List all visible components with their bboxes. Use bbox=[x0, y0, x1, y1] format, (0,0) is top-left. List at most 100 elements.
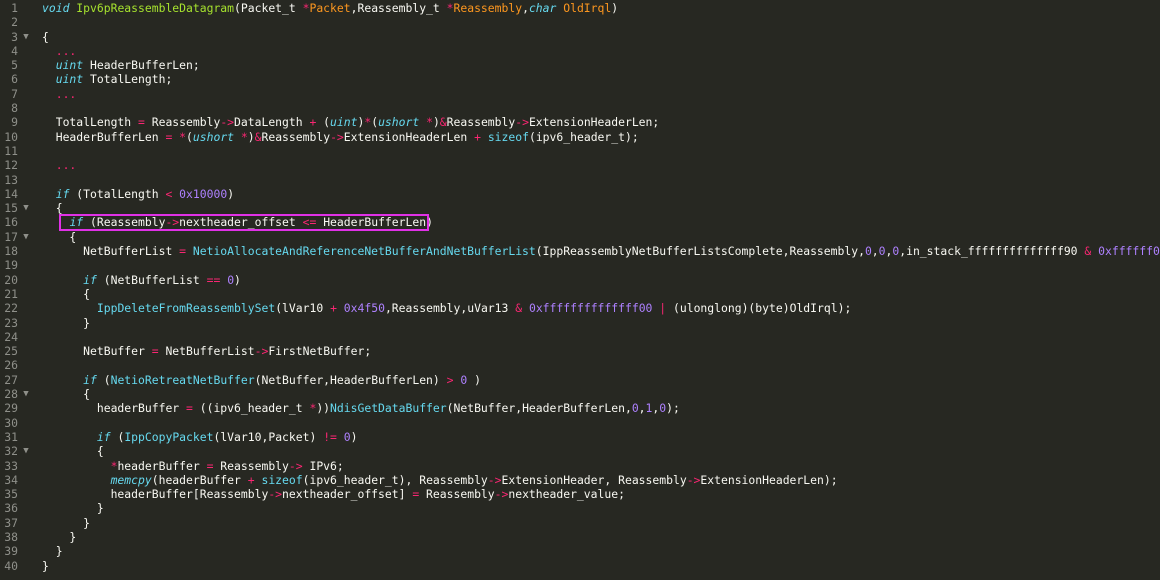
line-number: 27 bbox=[4, 372, 18, 387]
code-token: NetBufferList bbox=[158, 344, 255, 359]
code-token: = bbox=[179, 244, 187, 259]
code-token: (lVar10,Packet) bbox=[213, 429, 324, 444]
code-line[interactable]: 34 memcpy(headerBuffer + sizeof(ipv6_hea… bbox=[0, 473, 1160, 487]
code-token: != bbox=[323, 429, 337, 444]
code-line[interactable]: 19 bbox=[0, 258, 1160, 272]
code-text: ... bbox=[42, 158, 77, 172]
code-line[interactable]: 3 ▼ { bbox=[0, 30, 1160, 44]
code-line[interactable]: 28 ▼ { bbox=[0, 387, 1160, 401]
code-token: FirstNetBuffer; bbox=[268, 344, 372, 359]
triangle-down-icon[interactable]: ▼ bbox=[20, 230, 32, 244]
code-line[interactable]: 32 ▼ { bbox=[0, 444, 1160, 458]
code-line[interactable]: 23 } bbox=[0, 316, 1160, 330]
code-line[interactable]: 36 } bbox=[0, 501, 1160, 515]
code-line[interactable]: 12 ... bbox=[0, 158, 1160, 172]
code-token: ushort bbox=[192, 129, 235, 144]
code-token: (ulonglong)(byte)OldIrql); bbox=[666, 301, 852, 316]
code-line[interactable]: 20 if (NetBufferList == 0) bbox=[0, 273, 1160, 287]
code-token: (headerBuffer bbox=[151, 472, 248, 487]
code-line[interactable]: 38 } bbox=[0, 530, 1160, 544]
code-line[interactable]: 33 *headerBuffer = Reassembly-> IPv6; bbox=[0, 459, 1160, 473]
code-token: } bbox=[42, 529, 77, 544]
code-text: if (NetioRetreatNetBuffer(NetBuffer,Head… bbox=[42, 373, 481, 387]
code-token: -> bbox=[330, 129, 344, 144]
code-line[interactable]: 35 headerBuffer[Reassembly->nextheader_o… bbox=[0, 487, 1160, 501]
triangle-down-icon[interactable]: ▼ bbox=[20, 201, 32, 215]
code-token: 0 bbox=[878, 244, 886, 259]
code-text: if (TotalLength < 0x10000) bbox=[42, 187, 234, 201]
code-line[interactable]: 10 HeaderBufferLen = *(ushort *)&Reassem… bbox=[0, 130, 1160, 144]
code-editor[interactable]: 1 void Ipv6pReassembleDatagram(Packet_t *… bbox=[0, 0, 1160, 580]
code-line[interactable]: 24 bbox=[0, 330, 1160, 344]
code-line[interactable]: 39 } bbox=[0, 544, 1160, 558]
line-number: 4 bbox=[11, 43, 18, 58]
code-token: ... bbox=[55, 86, 77, 101]
code-line[interactable]: 2 bbox=[0, 15, 1160, 29]
code-line[interactable]: 30 bbox=[0, 416, 1160, 430]
code-token: )) bbox=[316, 401, 331, 416]
code-token: if bbox=[83, 372, 97, 387]
code-line[interactable]: 5 uint HeaderBufferLen; bbox=[0, 58, 1160, 72]
code-line[interactable]: 22 IppDeleteFromReassemblySet(lVar10 + 0… bbox=[0, 301, 1160, 315]
line-number: 5 bbox=[11, 58, 18, 73]
code-line[interactable]: 14 if (TotalLength < 0x10000) bbox=[0, 187, 1160, 201]
code-token: { bbox=[42, 229, 77, 244]
code-token: } bbox=[42, 315, 91, 330]
code-text: HeaderBufferLen = *(ushort *)&Reassembly… bbox=[42, 130, 639, 144]
line-number: 34 bbox=[4, 472, 18, 487]
line-number: 22 bbox=[4, 301, 18, 316]
line-number: 21 bbox=[4, 286, 18, 301]
code-token: == bbox=[206, 272, 221, 287]
code-token: (ipv6_header_t); bbox=[528, 129, 639, 144]
code-line[interactable]: 1 void Ipv6pReassembleDatagram(Packet_t *… bbox=[0, 1, 1160, 15]
code-token: * bbox=[179, 129, 187, 144]
code-text: memcpy(headerBuffer + sizeof(ipv6_header… bbox=[42, 473, 838, 487]
code-line[interactable]: 7 ... bbox=[0, 87, 1160, 101]
code-line[interactable]: 18 NetBufferList = NetioAllocateAndRefer… bbox=[0, 244, 1160, 258]
code-token: sizeof bbox=[261, 472, 303, 487]
code-text: headerBuffer = ((ipv6_header_t *))NdisGe… bbox=[42, 401, 680, 415]
code-line[interactable]: 27 if (NetioRetreatNetBuffer(NetBuffer,H… bbox=[0, 373, 1160, 387]
code-line[interactable]: 25 NetBuffer = NetBufferList->FirstNetBu… bbox=[0, 344, 1160, 358]
code-token: { bbox=[42, 286, 91, 301]
code-line[interactable]: 6 uint TotalLength; bbox=[0, 72, 1160, 86]
code-line[interactable]: 31 if (IppCopyPacket(lVar10,Packet) != 0… bbox=[0, 430, 1160, 444]
code-token: (NetBufferList bbox=[96, 272, 207, 287]
code-token: ) bbox=[432, 115, 440, 130]
code-token: NdisGetDataBuffer bbox=[330, 401, 447, 416]
line-number: 19 bbox=[4, 258, 18, 273]
code-token: + bbox=[474, 129, 481, 144]
triangle-down-icon[interactable]: ▼ bbox=[20, 30, 32, 44]
code-token: -> bbox=[268, 487, 283, 502]
code-line[interactable]: 13 bbox=[0, 173, 1160, 187]
code-line[interactable]: 9 TotalLength = Reassembly->DataLength +… bbox=[0, 115, 1160, 129]
code-line[interactable]: 11 bbox=[0, 144, 1160, 158]
code-line[interactable]: 17 ▼ { bbox=[0, 230, 1160, 244]
code-line[interactable]: 21 { bbox=[0, 287, 1160, 301]
code-line[interactable]: 8 bbox=[0, 101, 1160, 115]
code-token: ) bbox=[234, 272, 241, 287]
code-line[interactable]: 29 headerBuffer = ((ipv6_header_t *))Ndi… bbox=[0, 401, 1160, 415]
code-text: { bbox=[42, 387, 90, 401]
code-token: IppCopyPacket bbox=[124, 429, 214, 444]
code-token: if bbox=[55, 186, 70, 201]
triangle-down-icon[interactable]: ▼ bbox=[20, 387, 32, 401]
code-token: -> bbox=[254, 344, 269, 359]
code-line[interactable]: 26 bbox=[0, 358, 1160, 372]
code-token: -> bbox=[487, 472, 502, 487]
code-token: & bbox=[439, 115, 447, 130]
line-number: 11 bbox=[4, 143, 18, 158]
line-number: 14 bbox=[4, 186, 18, 201]
code-token: TotalLength; bbox=[83, 72, 173, 87]
code-line[interactable]: 40} bbox=[0, 559, 1160, 573]
triangle-down-icon[interactable]: ▼ bbox=[20, 444, 32, 458]
code-line[interactable]: 37 } bbox=[0, 516, 1160, 530]
code-token: IPv6; bbox=[302, 458, 344, 473]
line-number: 37 bbox=[4, 515, 18, 530]
code-token: 0x10000 bbox=[179, 186, 228, 201]
line-number: 13 bbox=[4, 172, 18, 187]
code-line[interactable]: 4 ... bbox=[0, 44, 1160, 58]
